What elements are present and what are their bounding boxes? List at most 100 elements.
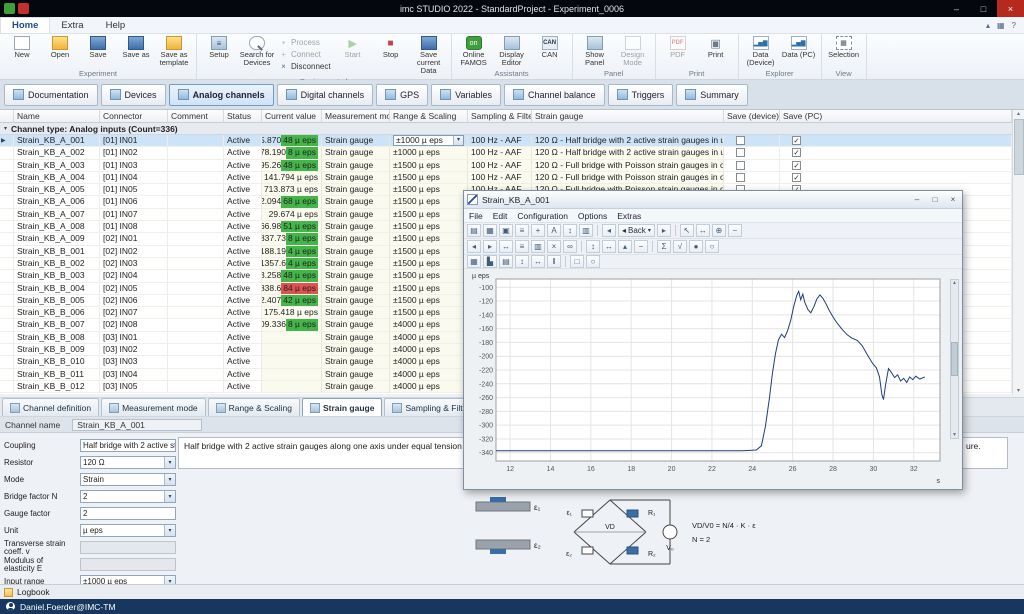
cell-range-scaling[interactable]: ±1500 µ eps bbox=[390, 184, 468, 195]
mode-select[interactable]: Strain▾ bbox=[80, 473, 176, 486]
table-vertical-scrollbar[interactable]: ▴ ▾ bbox=[1012, 110, 1024, 394]
curve-chart-area[interactable]: 1214161820222426283032-100-120-140-160-1… bbox=[466, 269, 948, 489]
tab-variables[interactable]: Variables bbox=[431, 84, 501, 106]
stacked-axes-icon[interactable]: ≡ bbox=[515, 240, 529, 253]
column-header-sampling-filtering[interactable]: Sampling & Filtering bbox=[468, 110, 532, 123]
curve-minimize-button[interactable]: – bbox=[908, 193, 926, 207]
cell-range-scaling[interactable]: ±1500 µ eps bbox=[390, 221, 468, 232]
tab-summary[interactable]: Summary bbox=[676, 84, 748, 106]
cell-range-scaling[interactable]: ±1500 µ eps bbox=[390, 196, 468, 207]
curve-menu-extras[interactable]: Extras bbox=[617, 211, 641, 221]
zoom-in-icon[interactable]: + bbox=[531, 224, 545, 237]
save-pc-checkbox[interactable] bbox=[792, 148, 801, 157]
column-header-current-value[interactable]: Current value bbox=[262, 110, 322, 123]
marker-tool-icon[interactable]: ↕ bbox=[563, 224, 577, 237]
range-combo[interactable]: ±1000 µ eps▾ bbox=[393, 135, 464, 146]
cell-range-scaling[interactable]: ±1500 µ eps bbox=[390, 258, 468, 269]
group-collapse-icon[interactable]: ▾ bbox=[4, 125, 7, 132]
x-scale-icon[interactable]: ↔ bbox=[531, 255, 545, 268]
save-as-template-button[interactable]: Save as template bbox=[155, 35, 193, 67]
online-famos-button[interactable]: onOnline FAMOS bbox=[455, 35, 493, 67]
tab-documentation[interactable]: Documentation bbox=[4, 84, 98, 106]
save-pc-checkbox[interactable] bbox=[792, 173, 801, 182]
table-row[interactable]: Strain_KB_A_003[01] IN03Active1195.2648 … bbox=[0, 160, 1012, 172]
data-pc-button[interactable]: ▂▅▇Data (PC) bbox=[780, 35, 818, 59]
save-device-checkbox[interactable] bbox=[736, 136, 745, 145]
forward-icon[interactable]: ▸ bbox=[483, 240, 497, 253]
y-zoom-icon[interactable]: ↕ bbox=[586, 240, 600, 253]
palette-icon[interactable]: ○ bbox=[705, 240, 719, 253]
cell-range-scaling[interactable]: ±1000 µ eps▾ bbox=[390, 135, 468, 146]
data-device-button[interactable]: ▂▅▇Data (Device) bbox=[742, 35, 780, 67]
save-pc-checkbox[interactable] bbox=[792, 161, 801, 170]
bridge-factor-n-select[interactable]: 2▾ bbox=[80, 490, 176, 503]
rewind-icon[interactable]: ◂ bbox=[467, 240, 481, 253]
column-header-comment[interactable]: Comment bbox=[168, 110, 224, 123]
scroll-up-icon[interactable]: ▲ bbox=[952, 280, 957, 286]
column-header-status[interactable]: Status bbox=[224, 110, 262, 123]
x-zoom-icon[interactable]: ↔ bbox=[602, 240, 616, 253]
refresh-icon[interactable]: ○ bbox=[586, 255, 600, 268]
tab-triggers[interactable]: Triggers bbox=[608, 84, 674, 106]
curve-menu-edit[interactable]: Edit bbox=[493, 211, 508, 221]
tab-measurement-mode[interactable]: Measurement mode bbox=[101, 398, 206, 416]
column-header-marker[interactable] bbox=[0, 110, 14, 123]
chevron-down-icon[interactable]: ▾ bbox=[164, 491, 175, 502]
column-header-strain-gauge[interactable]: Strain gauge bbox=[532, 110, 724, 123]
chevron-down-icon[interactable]: ▾ bbox=[164, 457, 175, 468]
column-header-connector[interactable]: Connector bbox=[100, 110, 168, 123]
cell-range-scaling[interactable]: ±4000 µ eps bbox=[390, 369, 468, 380]
show-panel-button[interactable]: Show Panel bbox=[576, 35, 614, 67]
menu-extra[interactable]: Extra bbox=[50, 17, 94, 33]
cell-range-scaling[interactable]: ±4000 µ eps bbox=[390, 344, 468, 355]
curve-maximize-button[interactable]: □ bbox=[926, 193, 944, 207]
snapshot-icon[interactable]: □ bbox=[570, 255, 584, 268]
cell-range-scaling[interactable]: ±4000 µ eps bbox=[390, 319, 468, 330]
tab-strain-gauge[interactable]: Strain gauge bbox=[302, 398, 382, 416]
undo-icon[interactable]: ◂ bbox=[602, 224, 616, 237]
table-view-icon[interactable]: ▥ bbox=[579, 224, 593, 237]
save-device-checkbox[interactable] bbox=[736, 173, 745, 182]
copy-icon[interactable]: ≡ bbox=[515, 224, 529, 237]
grid-toggle-icon[interactable]: ▦ bbox=[467, 255, 481, 268]
curve-vertical-scrollbar[interactable]: ▲ ▼ bbox=[950, 279, 959, 439]
gauge-factor-input[interactable]: 2 bbox=[80, 507, 176, 520]
chevron-down-icon[interactable]: ▾ bbox=[453, 136, 463, 145]
tab-channel-balance[interactable]: Channel balance bbox=[504, 84, 605, 106]
text-tool-icon[interactable]: A bbox=[547, 224, 561, 237]
maximize-button[interactable]: □ bbox=[970, 0, 997, 17]
cell-range-scaling[interactable]: ±1500 µ eps bbox=[390, 307, 468, 318]
y-scale-icon[interactable]: ↕ bbox=[515, 255, 529, 268]
curve-close-button[interactable]: × bbox=[944, 193, 962, 207]
cell-range-scaling[interactable]: ±1500 µ eps bbox=[390, 160, 468, 171]
cell-range-scaling[interactable]: ±1000 µ eps bbox=[390, 147, 468, 158]
redo-icon[interactable]: ▸ bbox=[657, 224, 671, 237]
table-row[interactable]: ▶Strain_KB_A_001[01] IN01Active-215.8704… bbox=[0, 135, 1012, 147]
tab-devices[interactable]: Devices bbox=[101, 84, 166, 106]
tab-channel-definition[interactable]: Channel definition bbox=[2, 398, 99, 416]
cell-range-scaling[interactable]: ±4000 µ eps bbox=[390, 356, 468, 367]
zoom-out-icon[interactable]: − bbox=[728, 224, 742, 237]
pan-icon[interactable]: ⊕ bbox=[712, 224, 726, 237]
unlink-icon[interactable]: × bbox=[547, 240, 561, 253]
legend-toggle-icon[interactable]: ▤ bbox=[499, 255, 513, 268]
column-header-save-device[interactable]: Save (device) bbox=[724, 110, 780, 123]
save-device-checkbox[interactable] bbox=[736, 161, 745, 170]
split-view-icon[interactable]: ▥ bbox=[531, 240, 545, 253]
curve-menu-options[interactable]: Options bbox=[578, 211, 607, 221]
save-current-data-button[interactable]: Save current Data bbox=[410, 35, 448, 75]
scrollbar-thumb[interactable] bbox=[951, 342, 958, 376]
chevron-down-icon[interactable]: ▾ bbox=[164, 474, 175, 485]
save-icon[interactable]: ▦ bbox=[483, 224, 497, 237]
column-header-name[interactable]: Name bbox=[14, 110, 100, 123]
save-button[interactable]: Save bbox=[79, 35, 117, 59]
close-button[interactable]: × bbox=[997, 0, 1024, 17]
table-row[interactable]: Strain_KB_A_004[01] IN04Active141.794 µ … bbox=[0, 172, 1012, 184]
scroll-up-icon[interactable]: ▴ bbox=[1017, 110, 1020, 117]
column-header-measurement-mode[interactable]: Measurement mode bbox=[322, 110, 390, 123]
cursor-icon[interactable]: ↖ bbox=[680, 224, 694, 237]
table-row[interactable]: Strain_KB_A_002[01] IN02Active78.1908 µ … bbox=[0, 147, 1012, 159]
sqrt-icon[interactable]: √ bbox=[673, 240, 687, 253]
cell-range-scaling[interactable]: ±4000 µ eps bbox=[390, 332, 468, 343]
setup-button[interactable]: ≡Setup bbox=[200, 35, 238, 59]
